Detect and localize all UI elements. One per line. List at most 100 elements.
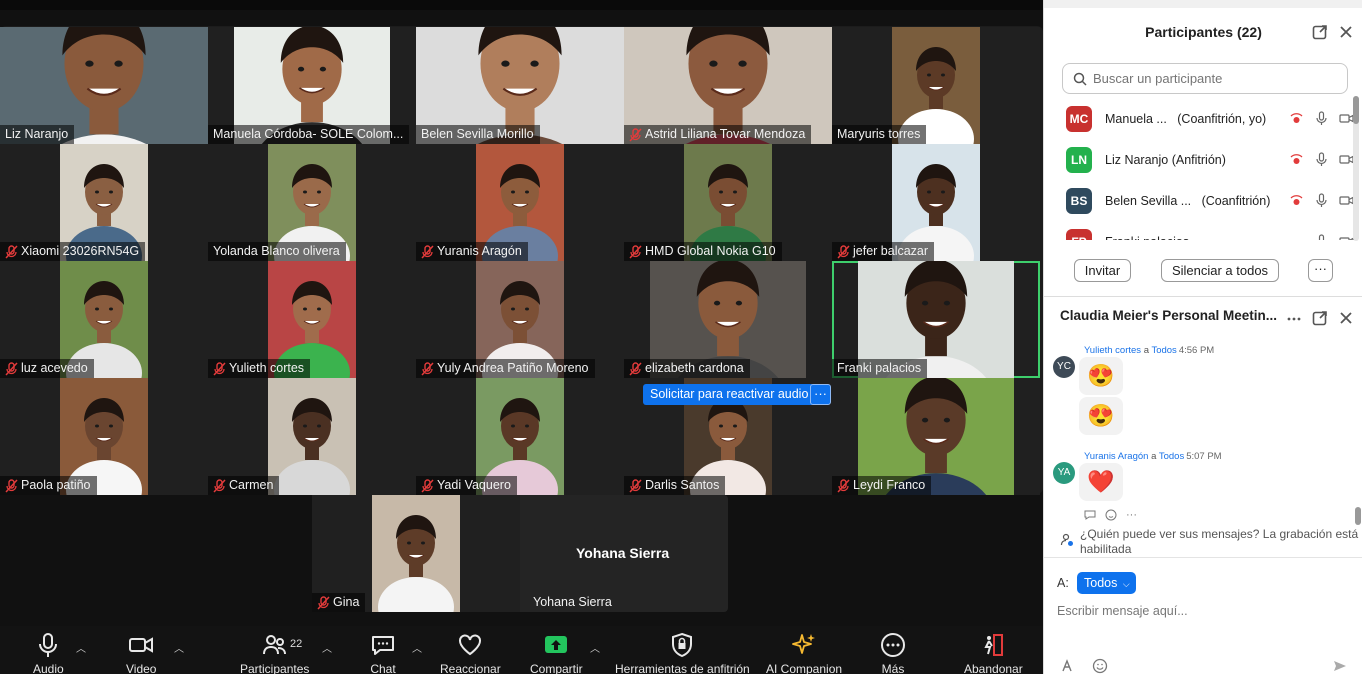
close-icon[interactable]	[1338, 24, 1354, 40]
leave-button[interactable]: Abandonar	[964, 632, 1023, 674]
video-tile[interactable]: Yolanda Blanco olivera	[208, 144, 416, 261]
emoji-message[interactable]: 😍	[1079, 397, 1123, 435]
participant-status-icons	[1289, 152, 1354, 167]
participants-more-button[interactable]: ···	[1308, 259, 1333, 282]
who-sees-notice[interactable]: ¿Quién puede ver sus mensajes? La grabac…	[1060, 527, 1360, 557]
reply-icon[interactable]	[1084, 509, 1096, 521]
request-unmute-more-button[interactable]: ···	[810, 384, 831, 405]
more-dots-icon	[881, 633, 905, 657]
message-actions[interactable]: ···	[1084, 509, 1137, 521]
participant-name-label: elizabeth cardona	[624, 359, 750, 378]
video-tile[interactable]: Yuranis Aragón	[416, 144, 624, 261]
emoji-icon[interactable]	[1092, 658, 1108, 674]
chat-close-icon[interactable]	[1338, 310, 1354, 326]
share-options-caret-icon[interactable]: ︿	[590, 640, 600, 655]
react-button[interactable]: Reaccionar	[440, 632, 501, 674]
participant-name: Yohana Sierra	[533, 595, 612, 609]
message-meta: Yuranis Aragón a Todos 5:07 PM	[1084, 451, 1222, 462]
participant-search[interactable]	[1062, 63, 1348, 94]
video-tile[interactable]: Franki palacios	[832, 261, 1040, 378]
video-tile[interactable]: Yuly Andrea Patiño Moreno	[416, 261, 624, 378]
muted-mic-icon	[837, 478, 850, 493]
video-tile[interactable]: Maryuris torres	[832, 27, 1040, 144]
send-icon[interactable]	[1332, 658, 1348, 674]
emoji-message[interactable]: 😍	[1079, 357, 1123, 395]
muted-mic-icon	[213, 478, 226, 493]
search-icon	[1073, 72, 1087, 86]
recipient-select[interactable]: Todos ⌵	[1077, 572, 1136, 594]
react-label: Reaccionar	[440, 662, 501, 674]
leave-label: Abandonar	[964, 662, 1023, 674]
video-tile[interactable]: Astrid Liliana Tovar Mendoza	[624, 27, 832, 144]
chat-popout-icon[interactable]	[1312, 310, 1328, 326]
video-tile[interactable]: Belen Sevilla Morillo	[416, 27, 624, 144]
video-tile[interactable]: Xiaomi 23026RN54G	[0, 144, 208, 261]
muted-mic-icon	[421, 478, 434, 493]
video-tile[interactable]: elizabeth cardona	[624, 261, 832, 378]
add-reaction-icon[interactable]	[1105, 509, 1117, 521]
meeting-toolbar: Audio ︿ Video ︿ Participantes 22 ︿ Chat …	[0, 626, 1043, 674]
participant-name-label: Astrid Liliana Tovar Mendoza	[624, 125, 812, 144]
participant-name: Xiaomi 23026RN54G	[21, 244, 140, 258]
participant-row[interactable]: MC Manuela ... (Coanfitrión, yo)	[1044, 98, 1354, 139]
video-tile[interactable]: Yulieth cortes	[208, 261, 416, 378]
participant-row-name-text: Liz Naranjo (Anfitrión)	[1105, 152, 1226, 167]
video-options-caret-icon[interactable]: ︿	[174, 640, 184, 655]
audio-options-caret-icon[interactable]: ︿	[76, 640, 86, 655]
participants-icon	[262, 635, 286, 655]
host-tools-button[interactable]: Herramientas de anfitrión	[615, 632, 750, 674]
participant-row[interactable]: BS Belen Sevilla ... (Coanfitrión)	[1044, 180, 1354, 221]
message-meta: Yulieth cortes a Todos 4:56 PM	[1084, 345, 1214, 356]
participant-name: Franki palacios	[837, 361, 922, 375]
participant-video	[268, 378, 356, 495]
share-screen-icon	[545, 636, 568, 653]
avatar: YA	[1053, 462, 1075, 484]
request-unmute-button[interactable]: Solicitar para reactivar audio	[643, 384, 816, 405]
ai-companion-button[interactable]: AI Companion	[766, 632, 842, 674]
video-tile[interactable]: Leydi Franco	[832, 378, 1040, 495]
microphone-icon	[1316, 111, 1327, 125]
participant-name-label: HMD Global Nokia G10	[624, 242, 782, 261]
video-tile[interactable]: HMD Global Nokia G10	[624, 144, 832, 261]
chat-message-input[interactable]	[1057, 601, 1347, 621]
participant-name-label: Franki palacios	[832, 359, 928, 378]
share-button[interactable]: Compartir	[530, 632, 583, 674]
video-tile[interactable]: Yohana Sierra	[520, 495, 728, 612]
video-tile[interactable]: Paola patiño	[0, 378, 208, 495]
format-text-icon[interactable]	[1060, 658, 1076, 674]
chat-scroll-thumb[interactable]	[1355, 507, 1361, 525]
participant-role: (Coanfitrión)	[1201, 193, 1271, 208]
video-tile[interactable]: Liz Naranjo	[0, 27, 208, 144]
video-tile[interactable]: Gina	[312, 495, 520, 612]
microphone-icon	[1316, 193, 1327, 207]
participant-search-input[interactable]	[1093, 71, 1333, 86]
emoji-message[interactable]: ❤️	[1079, 463, 1123, 501]
invite-button[interactable]: Invitar	[1074, 259, 1131, 282]
chat-more-icon[interactable]	[1286, 311, 1302, 327]
message-sender[interactable]: Yulieth cortes	[1084, 345, 1141, 356]
video-tile[interactable]: jefer balcazar	[832, 144, 1040, 261]
chat-button[interactable]: Chat	[370, 632, 396, 674]
participant-name: jefer balcazar	[853, 244, 929, 258]
more-actions-icon[interactable]: ···	[1126, 509, 1137, 521]
mute-all-button[interactable]: Silenciar a todos	[1161, 259, 1279, 282]
audio-button[interactable]: Audio	[33, 632, 64, 674]
recording-icon	[1290, 154, 1303, 164]
more-button[interactable]: Más	[880, 632, 906, 674]
participant-row[interactable]: FP Franki palacios	[1044, 221, 1354, 240]
video-tile[interactable]: Yadi Vaquero	[416, 378, 624, 495]
participant-row-name: Manuela ... (Coanfitrión, yo)	[1105, 112, 1266, 126]
participants-options-caret-icon[interactable]: ︿	[322, 640, 332, 655]
video-tile[interactable]: luz acevedo	[0, 261, 208, 378]
audio-label: Audio	[33, 662, 64, 674]
chat-options-caret-icon[interactable]: ︿	[412, 640, 422, 655]
popout-icon[interactable]	[1312, 24, 1328, 40]
video-tile[interactable]: Manuela Córdoba- SOLE Colom...	[208, 27, 416, 144]
video-button[interactable]: Video	[126, 632, 156, 674]
participant-name-label: Yohana Sierra	[528, 593, 618, 612]
video-tile[interactable]: Carmen	[208, 378, 416, 495]
message-sender[interactable]: Yuranis Aragón	[1084, 451, 1148, 462]
participant-status-icons	[1289, 111, 1354, 126]
participant-list-scroll-thumb[interactable]	[1353, 96, 1359, 124]
participant-row[interactable]: LN Liz Naranjo (Anfitrión)	[1044, 139, 1354, 180]
